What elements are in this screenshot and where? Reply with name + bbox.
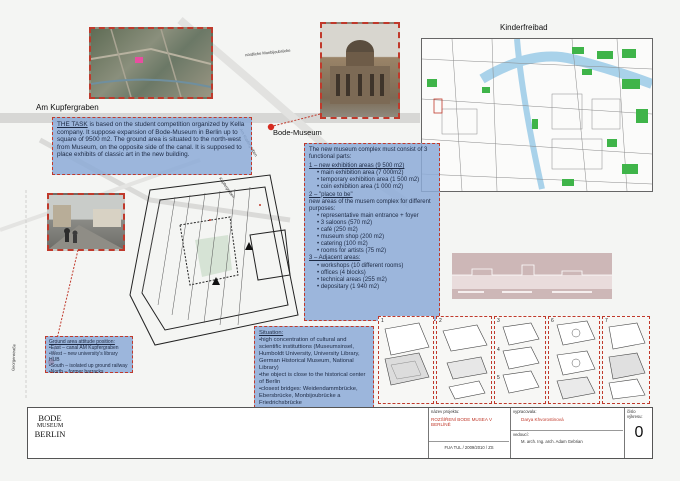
street-photo-detail: [49, 205, 123, 249]
complex-requirements-box: The new museum complex must consist of 3…: [304, 143, 440, 321]
complex-intro: The new museum complex must consist of 3…: [309, 147, 428, 161]
axonometric-panel-3: 3 4 5: [494, 316, 546, 404]
situation-item: •high concentration of cultural and scie…: [259, 337, 360, 371]
kinderfreibad-label: Kinderfreibad: [500, 23, 548, 32]
axonometric-panel-5: 7: [602, 316, 650, 404]
part2-list: • representative main entrance + foyer •…: [309, 213, 435, 256]
sheet-number-cell: číslo výkresu: 0: [624, 408, 653, 458]
part3-item: • offices (4 blocks): [317, 269, 366, 276]
part2-item: • catering (100 m2): [317, 241, 368, 248]
project-cell: název projektu: ROZŠÍŘENÍ BODE MUSEA V B…: [428, 408, 509, 458]
author-value: Darya Khvorostinová: [521, 417, 564, 422]
attitude-box: Ground area attitude position: •East – c…: [45, 336, 133, 375]
axo-number: 2: [439, 318, 442, 324]
street-photo: [47, 193, 125, 251]
axonometric-panel-2: 2: [436, 316, 492, 404]
part3-item: • depositary (1 940 m2): [317, 283, 380, 290]
part1-item: • temporary exhibition area (1 500 m2): [317, 177, 420, 184]
task-title: THE TASK: [57, 121, 88, 128]
axonometric-panel-1: 1: [378, 316, 434, 404]
part3-item: • technical areas (255 m2): [317, 276, 387, 283]
poster-sheet: Am Kupfergraben nördliche Monbijoubrücke…: [0, 0, 680, 481]
leader-value: M. arch. Ing. arch. Adam Gebrian: [521, 439, 583, 444]
part1-title: 1 – new exhibition areas (9 500 m2): [309, 163, 405, 170]
situation-box: Situation: •high concentration of cultur…: [254, 326, 374, 408]
axo-drawing: [502, 322, 540, 394]
leader-label: vedoucí:: [511, 430, 623, 438]
museum-silhouette: [330, 40, 390, 104]
axo-number: 7: [605, 318, 608, 324]
situation-item: •the object is close to the historical c…: [259, 372, 366, 385]
part3-title: 3 – Adjacent areas:: [309, 255, 361, 262]
city-plan: [421, 38, 653, 192]
part2-item: • rooms for artists (75 m2): [317, 248, 387, 255]
axo-drawing: [384, 322, 430, 386]
sheet-label: číslo výkresu:: [627, 409, 643, 419]
aerial-photo: [89, 27, 213, 99]
axonometric-panel-4: 6: [548, 316, 600, 404]
part2-item: • 3 saloons (570 m2): [317, 219, 373, 226]
part1-list: • main exhibition area (7 000m2) • tempo…: [309, 170, 435, 191]
title-block: BODE MUSEUM BERLIN název projektu: ROZŠÍ…: [27, 407, 653, 459]
part2-item: • representative main entrance + foyer: [317, 212, 419, 219]
bode-museum-label: Bode-Museum: [273, 128, 322, 137]
street-label-georgen: Georgenstraße: [10, 343, 17, 372]
sheet-number: 0: [634, 424, 644, 441]
situation-item: •closest bridges: Weidendammbrücke, Eber…: [259, 386, 358, 406]
axo-number: 6: [551, 318, 554, 324]
project-value: ROZŠÍŘENÍ BODE MUSEA V BERLÍNĚ: [431, 417, 493, 427]
logo-line: BODE: [38, 413, 62, 423]
city-plan-drawing: [422, 39, 652, 191]
axo-drawing: [442, 324, 488, 400]
part2-title: 2 – "place to be": [309, 191, 353, 198]
bode-museum-logo: BODE MUSEUM BERLIN: [32, 414, 68, 438]
author-cell: vypracovala: Darya Khvorostinová vedoucí…: [510, 408, 623, 458]
part1-item: • main exhibition area (7 000m2): [317, 170, 404, 177]
logo-line: BERLIN: [34, 428, 66, 439]
bode-museum-photo: [320, 22, 400, 119]
axo-number: 4: [497, 347, 500, 353]
situation-title: Situation:: [259, 330, 284, 336]
part2-item: • museum shop (200 m2): [317, 234, 385, 241]
axo-drawing: [556, 320, 596, 400]
axo-drawing: [608, 322, 646, 400]
axo-number: 1: [381, 318, 384, 324]
school-value: FUA TUL / 2009/2010 / ZS: [429, 441, 509, 453]
part3-list: • workshops (10 different rooms) • offic…: [309, 263, 435, 291]
project-label: název projektu:: [431, 409, 460, 414]
attitude-item: •West – new university's library HUB: [49, 351, 118, 363]
axo-number: 3: [497, 318, 500, 324]
part2-item: • café (250 m2): [317, 227, 358, 234]
axo-number: 5: [497, 375, 500, 381]
elevation-panel: [452, 253, 612, 299]
part3-item: • workshops (10 different rooms): [317, 262, 404, 269]
aerial-photo-detail: [90, 28, 212, 98]
elevation-drawing: [452, 264, 612, 293]
attitude-item: •North – former barracks: [49, 369, 104, 375]
part2-text: new areas of the musem complex for diffe…: [309, 198, 431, 212]
street-label-am-kupfergraben: Am Kupfergraben: [36, 103, 99, 112]
part1-item: • coin exhibition area (1 000 m2): [317, 184, 404, 191]
author-label: vypracovala:: [513, 409, 537, 414]
